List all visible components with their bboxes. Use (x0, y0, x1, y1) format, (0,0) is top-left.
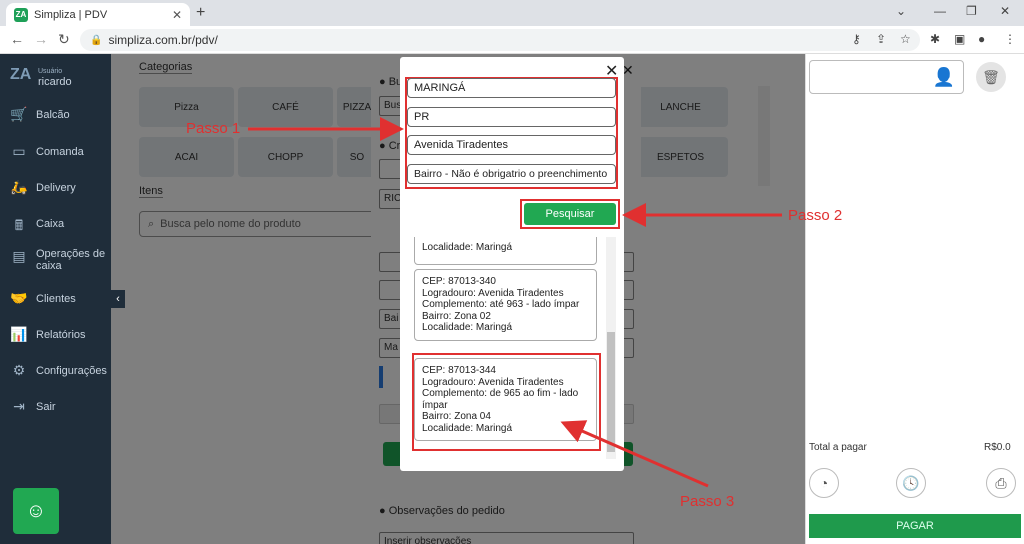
tab-search-icon[interactable]: ⌄ (896, 4, 906, 18)
forward-icon[interactable]: → (34, 31, 48, 47)
sidebar-item-label: Clientes (36, 293, 76, 305)
sidepanel-icon[interactable]: ▣ (954, 32, 965, 46)
new-tab-icon[interactable]: + (196, 4, 205, 22)
sidebar-item-relatorios[interactable]: 📊 Relatórios (8, 326, 108, 344)
result-card[interactable]: CEP: 87013-340 Logradouro: Avenida Tirad… (414, 269, 597, 341)
operations-icon: ▤ (12, 248, 26, 264)
gears-icon: ⚙ (12, 362, 26, 378)
result-line: Localidade: Maringá (422, 322, 513, 333)
register-icon: 🖩 (14, 217, 24, 233)
total-value: R$0.0 (984, 442, 1011, 453)
add-user-icon[interactable]: 👤 (933, 67, 955, 88)
star-icon[interactable]: ☆ (900, 32, 911, 46)
trash-icon: 🗑 (982, 68, 1000, 85)
pay-button[interactable]: PAGAR (809, 514, 1021, 538)
cart-panel: 👤 🗑 Total a pagar R$0.0 ◔ 🕓 ⎙ PAGAR (805, 54, 1024, 544)
sidebar-item-delivery[interactable]: 🛵 Delivery (8, 179, 108, 197)
sidebar-item-label: Sair (36, 401, 56, 413)
chat-button[interactable]: ☺ (13, 488, 59, 534)
address-search-modal: ✕ MARINGÁ PR Avenida Tiradentes Bairro -… (400, 57, 624, 471)
close-window-icon[interactable]: ✕ (1000, 4, 1010, 18)
sidebar-item-label: Balcão (36, 109, 70, 121)
result-line: Complemento: até 963 - lado ímpar (422, 299, 580, 310)
history-button[interactable]: 🕓 (896, 468, 926, 498)
minimize-icon[interactable]: — (934, 4, 946, 18)
profile-icon[interactable]: ● (978, 32, 985, 46)
result-line: Logradouro: Avenida Tiradentes (422, 287, 564, 299)
menu-icon[interactable]: ⋮ (1004, 32, 1016, 46)
cashier-icon: 🛒 (10, 106, 28, 122)
discount-button[interactable]: ◔ (809, 468, 839, 498)
print-button[interactable]: ⎙ (986, 468, 1016, 498)
sidebar-item-label: Delivery (36, 182, 76, 194)
key-icon[interactable]: ⚷ (852, 32, 861, 46)
sidebar-item-label: Configurações (36, 365, 107, 377)
chat-icon: ☺ (25, 499, 47, 522)
history-icon: 🕓 (902, 474, 920, 491)
logo: ZA (10, 66, 32, 83)
share-icon[interactable]: ⇪ (876, 32, 886, 46)
result-line: CEP: 87013-340 (422, 276, 496, 287)
sidebar-item-clientes[interactable]: 🤝 Clientes (8, 290, 108, 308)
total-label: Total a pagar (809, 442, 867, 453)
sidebar-item-configuracoes[interactable]: ⚙ Configurações (8, 362, 108, 380)
sidebar-item-label: Relatórios (36, 329, 86, 341)
card-icon: ▭ (12, 143, 26, 159)
reload-icon[interactable]: ↻ (58, 31, 70, 48)
handshake-icon: 🤝 (10, 290, 28, 306)
restore-icon[interactable]: ❐ (966, 4, 977, 18)
sidebar-item-operacoes[interactable]: ▤ Operações de caixa (8, 248, 108, 272)
step3-label: Passo 3 (680, 493, 735, 510)
tab-close-icon[interactable]: ✕ (172, 8, 182, 22)
step1-label: Passo 1 (186, 120, 241, 137)
discount-icon: ◔ (819, 475, 829, 491)
address-bar[interactable]: 🔒 simpliza.com.br/pdv/ (80, 29, 920, 51)
browser-tab[interactable]: ZA Simpliza | PDV ✕ (6, 3, 190, 26)
sidebar-item-balcao[interactable]: 🛒 Balcão (8, 106, 108, 124)
back-icon[interactable]: ← (10, 31, 24, 47)
sidebar-item-label: Operações de caixa (36, 248, 106, 272)
sidebar: ZA Usuário ricardo 🛒 Balcão ▭ Comanda 🛵 … (0, 54, 111, 544)
results-scroll-thumb[interactable] (607, 332, 615, 452)
step2-label: Passo 2 (788, 207, 843, 224)
tab-title: Simpliza | PDV (34, 8, 108, 21)
extensions-icon[interactable]: ✱ (930, 32, 940, 46)
sidebar-item-label: Comanda (36, 146, 84, 158)
sidebar-item-comanda[interactable]: ▭ Comanda (8, 143, 108, 161)
lock-icon: 🔒 (90, 34, 103, 46)
neighborhood-input[interactable]: Bairro - Não é obrigatrio o preenchiment… (407, 164, 616, 184)
scooter-icon: 🛵 (10, 179, 28, 195)
sidebar-collapse-icon[interactable]: ‹ (111, 290, 125, 308)
client-selector[interactable]: 👤 (809, 60, 964, 94)
favicon-icon: ZA (14, 7, 28, 22)
user-label: Usuário (38, 68, 63, 75)
sidebar-item-sair[interactable]: ⇥ Sair (8, 398, 108, 416)
result-line: Bairro: Zona 02 (422, 310, 491, 322)
print-icon: ⎙ (995, 474, 1007, 491)
user-name: ricardo (38, 76, 72, 88)
exit-icon: ⇥ (13, 398, 25, 414)
city-input[interactable]: MARINGÁ (407, 78, 616, 98)
result-line: Localidade: Maringá (422, 242, 513, 253)
report-icon: 📊 (10, 326, 28, 342)
sidebar-item-label: Caixa (36, 218, 65, 230)
sidebar-item-caixa[interactable]: 🖩 Caixa (8, 215, 108, 233)
browser-tab-bar: ZA Simpliza | PDV ✕ + ⌄ — ❐ ✕ (0, 0, 1024, 26)
result-card[interactable]: Localidade: Maringá (414, 237, 597, 265)
state-input[interactable]: PR (407, 107, 616, 127)
url-text: simpliza.com.br/pdv/ (108, 33, 218, 47)
address-row: ← → ↻ 🔒 simpliza.com.br/pdv/ ⚷ ⇪ ☆ ✱ ▣ ●… (0, 26, 1024, 54)
search-button[interactable]: Pesquisar (524, 203, 616, 225)
step3-highlight-frame (412, 353, 601, 451)
trash-button[interactable]: 🗑 (976, 62, 1006, 92)
street-input[interactable]: Avenida Tiradentes (407, 135, 616, 155)
